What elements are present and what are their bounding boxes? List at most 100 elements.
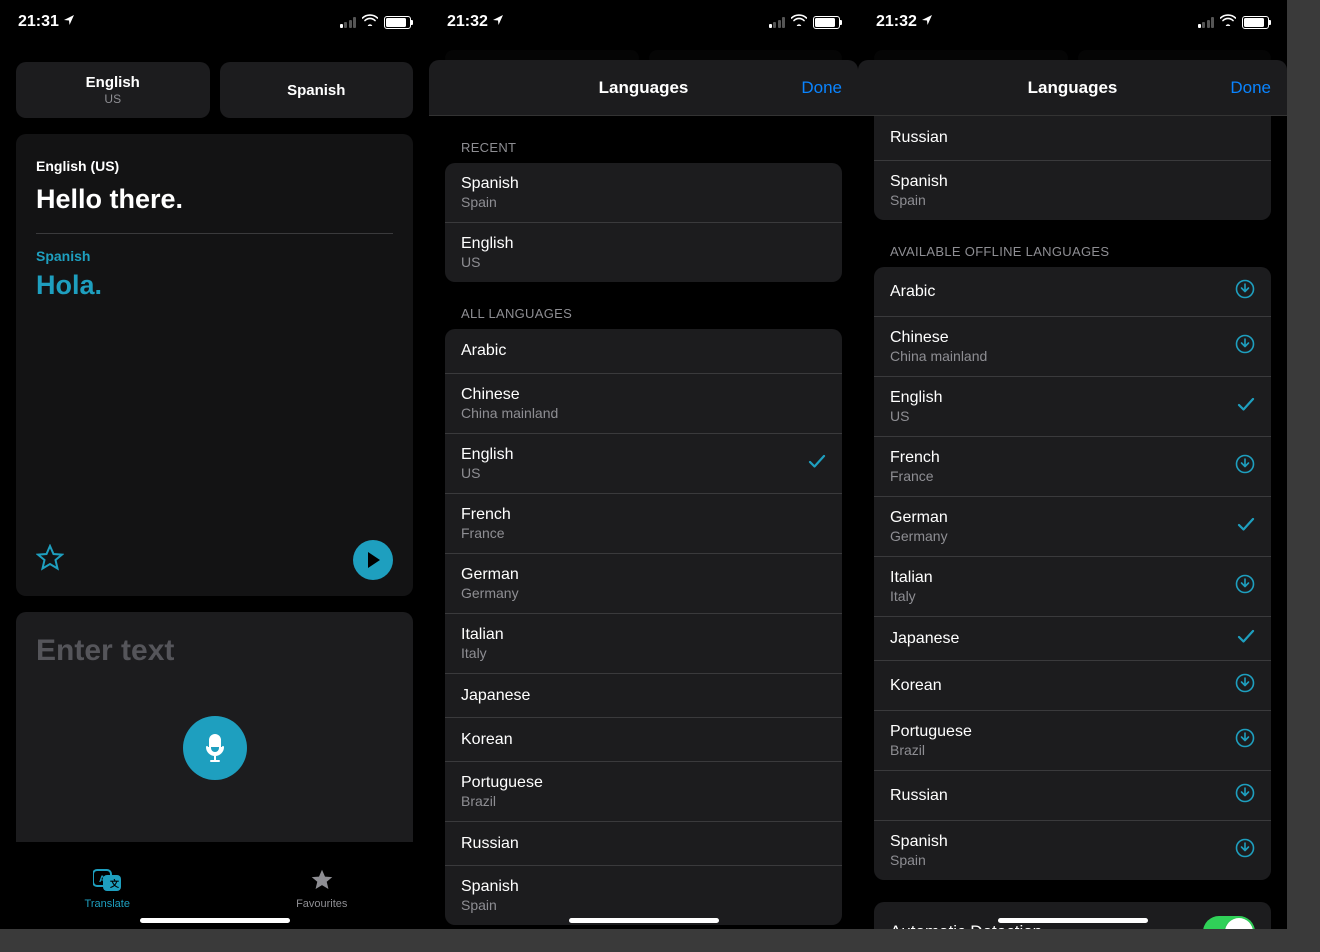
download-icon[interactable] [1235,454,1255,479]
language-name: Chinese [890,329,987,347]
tab-favourites[interactable]: Favourites [215,849,430,929]
battery-icon [1242,16,1269,29]
check-icon [1237,629,1255,648]
tab-favourites-label: Favourites [296,898,347,910]
enter-text-card[interactable]: Enter text [16,612,413,842]
screen-languages-offline: 21:32 Languages Done RussianSpanishSpain… [858,0,1287,929]
done-button[interactable]: Done [1230,78,1271,98]
home-indicator[interactable] [140,918,290,923]
language-name: Spanish [890,833,948,851]
favourite-button[interactable] [36,544,64,577]
screen-languages-list: 21:32 Languages Done RECENTSpanishSpainE… [429,0,858,929]
language-row[interactable]: GermanGermany [874,496,1271,556]
status-time: 21:31 [18,13,59,31]
language-row[interactable]: Korean [874,660,1271,710]
language-name: Spanish [461,878,519,896]
tab-translate[interactable]: Translate [0,849,215,929]
language-row[interactable]: EnglishUS [445,433,842,493]
language-row[interactable]: FrenchFrance [445,493,842,553]
language-region: US [461,254,513,270]
all-languages-list: ArabicChineseChina mainlandEnglishUSFren… [445,329,842,925]
language-region: Spain [890,192,948,208]
language-name: Italian [461,626,504,644]
play-audio-button[interactable] [353,540,393,580]
source-text: Hello there. [36,184,393,215]
section-header-recent: RECENT [429,116,858,163]
language-row[interactable]: ItalianItaly [445,613,842,673]
language-row[interactable]: SpanishSpain [874,160,1271,220]
language-region: China mainland [461,405,558,421]
cell-signal-icon [340,17,357,28]
language-row[interactable]: ItalianItaly [874,556,1271,616]
language-name: English [890,389,942,407]
language-name: German [461,566,519,584]
language-name: Russian [461,835,519,853]
language-row[interactable]: EnglishUS [874,376,1271,436]
language-name: Japanese [461,687,530,705]
language-row[interactable]: Russian [874,116,1271,160]
language-row[interactable]: Russian [445,821,842,865]
language-row[interactable]: Russian [874,770,1271,820]
sheet-title: Languages [599,78,689,98]
language-name: Korean [461,731,513,749]
section-header-all: ALL LANGUAGES [429,282,858,329]
language-row[interactable]: Japanese [445,673,842,717]
language-region: Italy [890,588,933,604]
language-name: Chinese [461,386,558,404]
source-language-sub: US [104,92,121,106]
download-icon[interactable] [1235,574,1255,599]
language-row[interactable]: SpanishSpain [445,163,842,222]
language-row[interactable]: SpanishSpain [445,865,842,925]
language-row[interactable]: ChineseChina mainland [445,373,842,433]
download-icon[interactable] [1235,838,1255,863]
language-row[interactable]: Arabic [445,329,842,373]
language-region: Italy [461,645,504,661]
source-language-button[interactable]: English US [16,62,210,118]
language-name: Portuguese [890,723,972,741]
download-icon[interactable] [1235,783,1255,808]
status-time: 21:32 [447,13,488,31]
language-row[interactable]: SpanishSpain [874,820,1271,880]
download-icon[interactable] [1235,673,1255,698]
enter-text-placeholder: Enter text [36,634,393,668]
done-button[interactable]: Done [801,78,842,98]
language-row[interactable]: PortugueseBrazil [445,761,842,821]
wifi-icon [1220,13,1236,31]
status-bar: 21:32 [429,0,858,44]
microphone-button[interactable] [183,716,247,780]
battery-icon [384,16,411,29]
language-name: Korean [890,677,942,695]
target-language-button[interactable]: Spanish [220,62,414,118]
language-row[interactable]: Korean [445,717,842,761]
section-header-offline: AVAILABLE OFFLINE LANGUAGES [429,925,858,929]
status-time: 21:32 [876,13,917,31]
home-indicator[interactable] [998,918,1148,923]
language-region: France [890,468,940,484]
language-row[interactable]: PortugueseBrazil [874,710,1271,770]
download-icon[interactable] [1235,279,1255,304]
language-row[interactable]: ChineseChina mainland [874,316,1271,376]
language-name: French [890,449,940,467]
card-divider [36,233,393,234]
language-name: Portuguese [461,774,543,792]
status-bar: 21:31 [0,0,429,44]
home-indicator[interactable] [569,918,719,923]
offline-languages-list: ArabicChineseChina mainlandEnglishUSFren… [874,267,1271,880]
language-row[interactable]: Japanese [874,616,1271,660]
location-icon [63,13,75,31]
language-name: Japanese [890,630,959,648]
download-icon[interactable] [1235,728,1255,753]
language-row[interactable]: GermanGermany [445,553,842,613]
automatic-detection-label: Automatic Detection [890,922,1042,929]
language-row[interactable]: EnglishUS [445,222,842,282]
language-row[interactable]: FrenchFrance [874,436,1271,496]
language-name: English [461,446,513,464]
language-region: France [461,525,511,541]
sheet-header: Languages Done [429,60,858,116]
language-region: US [890,408,942,424]
language-row[interactable]: Arabic [874,267,1271,316]
automatic-detection-switch[interactable] [1203,916,1255,929]
language-region: Spain [461,897,519,913]
download-icon[interactable] [1235,334,1255,359]
section-header-offline: AVAILABLE OFFLINE LANGUAGES [858,220,1287,267]
